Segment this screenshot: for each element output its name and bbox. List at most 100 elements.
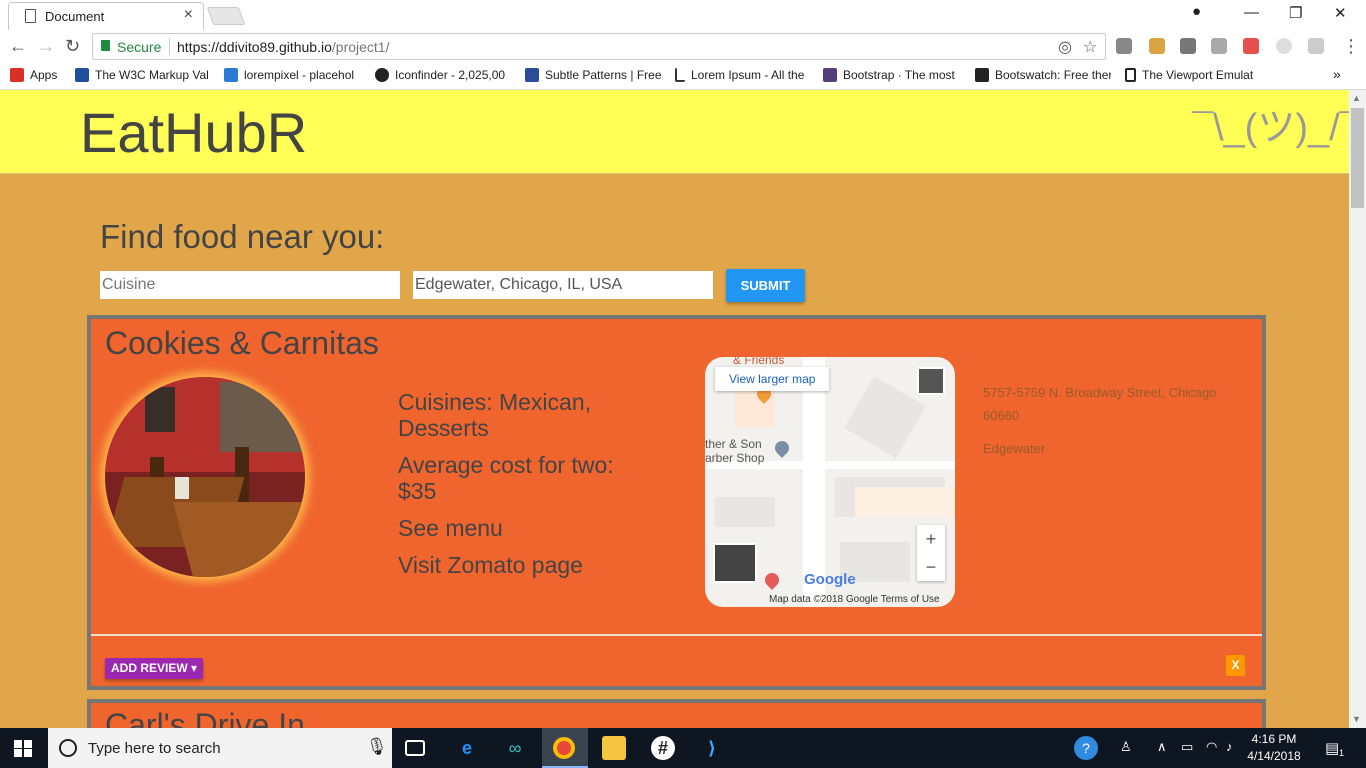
- bookmark-iconfinder[interactable]: Iconfinder - 2,025,00: [375, 68, 513, 82]
- menu-dots-icon[interactable]: ⋮: [1342, 36, 1360, 57]
- cuisine-input[interactable]: [100, 271, 400, 299]
- map-attribution: Map data ©2018 Google Terms of Use: [769, 594, 940, 605]
- add-review-button[interactable]: ADD REVIEW ▾: [105, 658, 204, 679]
- bookmark-lorem-ipsum[interactable]: Lorem Ipsum - All the: [675, 68, 813, 82]
- google-map[interactable]: & Friends ther & Son arber Shop View lar…: [705, 357, 955, 607]
- people-icon[interactable]: ♙: [1120, 739, 1132, 755]
- iconfinder-icon: [375, 68, 389, 82]
- url-path: /project1/: [331, 39, 390, 55]
- chrome-icon[interactable]: [553, 737, 575, 759]
- bookmark-subtle-patterns[interactable]: Subtle Patterns | Free: [525, 68, 661, 82]
- extension-icon-color[interactable]: [1243, 38, 1259, 54]
- url-host: https://ddivito89.github.io: [177, 39, 332, 55]
- zoom-out-button[interactable]: −: [917, 553, 945, 581]
- new-tab-button[interactable]: [206, 7, 246, 25]
- battery-icon[interactable]: ▭: [1181, 739, 1193, 755]
- location-input[interactable]: [413, 271, 713, 299]
- clock-date: 4/14/2018: [1247, 749, 1301, 763]
- windows-start-icon[interactable]: [14, 740, 32, 757]
- scroll-up-icon[interactable]: ▲: [1352, 93, 1361, 103]
- view-larger-map-button[interactable]: View larger map: [715, 367, 830, 391]
- more-bookmarks-button[interactable]: »: [1333, 66, 1341, 82]
- volume-icon[interactable]: ♪: [1226, 739, 1233, 754]
- secure-label: Secure: [117, 39, 162, 55]
- bookmark-label: Subtle Patterns | Free: [545, 68, 661, 82]
- find-food-heading: Find food near you:: [100, 218, 385, 255]
- extension-icon-bag[interactable]: [1116, 38, 1132, 54]
- document-icon: [25, 9, 36, 23]
- hospital-pin-icon[interactable]: [762, 570, 782, 590]
- restaurant-neighborhood: Edgewater: [983, 441, 1046, 456]
- arduino-icon[interactable]: ∞: [503, 736, 527, 760]
- bookmark-bootswatch[interactable]: Bootswatch: Free ther: [975, 68, 1111, 82]
- place-pin-icon[interactable]: [772, 438, 792, 458]
- address-bar[interactable]: Secure https://ddivito89.github.io/proje…: [92, 33, 1106, 60]
- lorempixel-icon: [224, 68, 238, 82]
- back-arrow-icon[interactable]: ←: [9, 36, 27, 57]
- tab-close-button[interactable]: ×: [184, 6, 193, 24]
- extension-icon-grid[interactable]: [1308, 38, 1324, 54]
- extension-icon-bug[interactable]: [1180, 38, 1196, 54]
- separator: [169, 38, 170, 55]
- file-explorer-icon[interactable]: [602, 736, 626, 760]
- scroll-thumb[interactable]: [1351, 108, 1364, 208]
- bookmark-lorempixel[interactable]: lorempixel - placehol: [224, 68, 362, 82]
- bookmark-bootstrap[interactable]: Bootstrap · The most: [823, 68, 959, 82]
- browser-tab[interactable]: Document ×: [8, 2, 204, 30]
- slack-icon[interactable]: #: [651, 736, 675, 760]
- card-divider: [91, 634, 1262, 636]
- subtle-patterns-icon: [525, 68, 539, 82]
- site-header: EatHubR ¯\_(ツ)_/¯: [0, 90, 1349, 174]
- submit-button[interactable]: SUBMIT: [726, 269, 805, 302]
- shrug-text: ¯\_(ツ)_/¯: [1192, 107, 1349, 149]
- zomato-link[interactable]: Visit Zomato page: [398, 552, 658, 578]
- see-menu-link[interactable]: See menu: [398, 515, 658, 541]
- map-label-barber: ther & Son arber Shop: [705, 437, 765, 465]
- taskbar-clock[interactable]: 4:16 PM 4/14/2018: [1236, 731, 1312, 765]
- page-scrollbar[interactable]: ▲ ▼: [1349, 90, 1366, 728]
- remove-card-button[interactable]: X: [1226, 655, 1245, 676]
- restaurant-card: Cookies & Carnitas Cuisines: Mexican, De…: [87, 315, 1266, 690]
- close-window-button[interactable]: ✕: [1334, 4, 1347, 22]
- reload-icon[interactable]: ↻: [65, 36, 80, 57]
- extension-icon-circle[interactable]: [1276, 38, 1292, 54]
- edge-icon[interactable]: e: [455, 736, 479, 760]
- location-target-icon[interactable]: ◎: [1058, 37, 1072, 57]
- task-view-icon[interactable]: [405, 740, 425, 756]
- forward-arrow-icon[interactable]: →: [37, 36, 55, 57]
- clock-time: 4:16 PM: [1251, 732, 1297, 746]
- tray-chevron-icon[interactable]: ∧: [1157, 739, 1167, 755]
- bootswatch-icon: [975, 68, 989, 82]
- lock-icon: [101, 40, 110, 51]
- notifications-icon[interactable]: ▤: [1325, 739, 1339, 757]
- windows-taskbar: Type here to search 🎙 e ∞ # ⟩ ? ♙ ∧ ▭ ◠ …: [0, 728, 1366, 768]
- taskbar-search-placeholder: Type here to search: [88, 740, 221, 757]
- viewport-emulator-icon: [1125, 68, 1136, 82]
- bookmark-label: Apps: [30, 68, 58, 82]
- taskbar-search-box[interactable]: Type here to search 🎙: [48, 728, 392, 768]
- tab-title: Document: [45, 9, 105, 24]
- help-icon[interactable]: ?: [1074, 736, 1098, 760]
- street-view-thumbnail[interactable]: [713, 543, 757, 583]
- browser-tab-bar: Document × ● — ❐ ✕: [0, 0, 1366, 30]
- wifi-icon[interactable]: ◠: [1206, 739, 1217, 755]
- zoom-in-button[interactable]: +: [917, 525, 945, 553]
- extension-icon-drive[interactable]: [1211, 38, 1227, 54]
- apps-grid-icon: [10, 68, 24, 82]
- bookmark-viewport-emulator[interactable]: The Viewport Emulat: [1125, 68, 1261, 82]
- profile-icon[interactable]: ●: [1192, 3, 1201, 20]
- star-icon[interactable]: ☆: [1083, 37, 1097, 57]
- google-logo: Google: [804, 571, 856, 588]
- map-zoom-controls: + −: [917, 525, 945, 581]
- restaurant-name: Carl's Drive In: [105, 707, 305, 728]
- bookmark-label: Bootswatch: Free ther: [995, 68, 1111, 82]
- restaurant-info: Cuisines: Mexican, Desserts Average cost…: [398, 389, 658, 589]
- microphone-icon[interactable]: 🎙: [366, 737, 388, 757]
- extension-icon-ruler[interactable]: [1149, 38, 1165, 54]
- minimize-button[interactable]: —: [1244, 4, 1259, 21]
- bookmark-apps[interactable]: Apps: [10, 68, 70, 82]
- bookmark-w3c[interactable]: The W3C Markup Val: [75, 68, 211, 82]
- restore-button[interactable]: ❐: [1289, 4, 1302, 22]
- vscode-icon[interactable]: ⟩: [700, 736, 724, 760]
- scroll-down-icon[interactable]: ▼: [1352, 714, 1361, 724]
